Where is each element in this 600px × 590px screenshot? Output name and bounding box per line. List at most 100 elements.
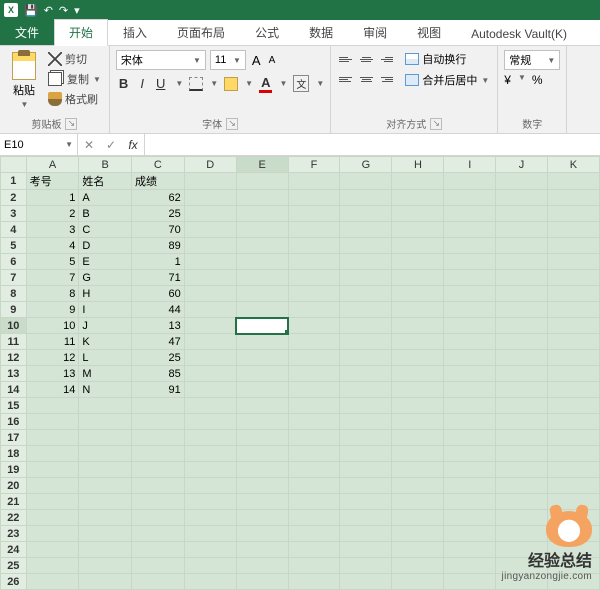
dialog-launcher-icon[interactable]: ↘ (65, 118, 77, 130)
cell-C24[interactable] (132, 542, 185, 558)
column-header-E[interactable]: E (236, 157, 288, 173)
tab-data[interactable]: 数据 (294, 19, 348, 45)
cell-C12[interactable]: 25 (132, 350, 185, 366)
column-header-A[interactable]: A (26, 157, 79, 173)
cell-C9[interactable]: 44 (132, 302, 185, 318)
cell-B11[interactable]: K (79, 334, 132, 350)
cell-A20[interactable] (26, 478, 79, 494)
cell-E18[interactable] (236, 446, 288, 462)
cell-K8[interactable] (547, 286, 599, 302)
cell-H24[interactable] (392, 542, 444, 558)
currency-icon[interactable]: ¥ (504, 73, 511, 87)
row-header-2[interactable]: 2 (1, 190, 27, 206)
cell-D19[interactable] (184, 462, 236, 478)
row-header-1[interactable]: 1 (1, 173, 27, 190)
cell-I25[interactable] (444, 558, 496, 574)
cell-B8[interactable]: H (79, 286, 132, 302)
cell-B12[interactable]: L (79, 350, 132, 366)
cell-C7[interactable]: 71 (132, 270, 185, 286)
column-header-I[interactable]: I (444, 157, 496, 173)
cell-K16[interactable] (547, 414, 599, 430)
wrap-text-button[interactable]: 自动换行 (403, 50, 491, 68)
cell-G8[interactable] (340, 286, 392, 302)
cell-A8[interactable]: 8 (26, 286, 79, 302)
cell-C14[interactable]: 91 (132, 382, 185, 398)
cell-C3[interactable]: 25 (132, 206, 185, 222)
number-format-combo[interactable]: 常规▼ (504, 50, 560, 70)
cell-B9[interactable]: I (79, 302, 132, 318)
cell-B10[interactable]: J (79, 318, 132, 334)
cell-D24[interactable] (184, 542, 236, 558)
cell-H21[interactable] (392, 494, 444, 510)
cell-D16[interactable] (184, 414, 236, 430)
row-header-26[interactable]: 26 (1, 574, 27, 590)
cell-H18[interactable] (392, 446, 444, 462)
cell-C13[interactable]: 85 (132, 366, 185, 382)
cell-A15[interactable] (26, 398, 79, 414)
cell-H4[interactable] (392, 222, 444, 238)
cell-I14[interactable] (444, 382, 496, 398)
cell-A3[interactable]: 2 (26, 206, 79, 222)
cell-F18[interactable] (288, 446, 340, 462)
cell-H15[interactable] (392, 398, 444, 414)
format-painter-button[interactable]: 格式刷 (46, 90, 103, 108)
cell-B24[interactable] (79, 542, 132, 558)
cell-H11[interactable] (392, 334, 444, 350)
cell-B16[interactable] (79, 414, 132, 430)
cell-E17[interactable] (236, 430, 288, 446)
cell-G7[interactable] (340, 270, 392, 286)
cell-I22[interactable] (444, 510, 496, 526)
cell-K9[interactable] (547, 302, 599, 318)
cell-J10[interactable] (496, 318, 548, 334)
cell-F9[interactable] (288, 302, 340, 318)
cell-G3[interactable] (340, 206, 392, 222)
cell-B14[interactable]: N (79, 382, 132, 398)
cell-F8[interactable] (288, 286, 340, 302)
grow-font-button[interactable]: A (250, 51, 263, 70)
cell-J1[interactable] (496, 173, 548, 190)
column-header-D[interactable]: D (184, 157, 236, 173)
cell-G9[interactable] (340, 302, 392, 318)
cell-A6[interactable]: 5 (26, 254, 79, 270)
cell-A11[interactable]: 11 (26, 334, 79, 350)
row-header-24[interactable]: 24 (1, 542, 27, 558)
row-header-18[interactable]: 18 (1, 446, 27, 462)
cell-A26[interactable] (26, 574, 79, 590)
cell-F4[interactable] (288, 222, 340, 238)
bold-button[interactable]: B (116, 74, 131, 93)
cell-I2[interactable] (444, 190, 496, 206)
cell-F19[interactable] (288, 462, 340, 478)
cell-F11[interactable] (288, 334, 340, 350)
cell-E19[interactable] (236, 462, 288, 478)
cell-C8[interactable]: 60 (132, 286, 185, 302)
row-header-13[interactable]: 13 (1, 366, 27, 382)
cell-J12[interactable] (496, 350, 548, 366)
cell-E7[interactable] (236, 270, 288, 286)
cell-D23[interactable] (184, 526, 236, 542)
cell-C23[interactable] (132, 526, 185, 542)
cell-G10[interactable] (340, 318, 392, 334)
cell-E24[interactable] (236, 542, 288, 558)
tab-insert[interactable]: 插入 (108, 19, 162, 45)
cell-I12[interactable] (444, 350, 496, 366)
cell-A21[interactable] (26, 494, 79, 510)
cell-K3[interactable] (547, 206, 599, 222)
row-header-15[interactable]: 15 (1, 398, 27, 414)
column-header-F[interactable]: F (288, 157, 340, 173)
cell-I15[interactable] (444, 398, 496, 414)
cell-B4[interactable]: C (79, 222, 132, 238)
cell-H20[interactable] (392, 478, 444, 494)
cell-C21[interactable] (132, 494, 185, 510)
cell-C25[interactable] (132, 558, 185, 574)
copy-button[interactable]: 复制▼ (46, 70, 103, 88)
select-all-corner[interactable] (1, 157, 27, 173)
cell-F16[interactable] (288, 414, 340, 430)
cell-C22[interactable] (132, 510, 185, 526)
underline-button[interactable]: U (153, 74, 168, 93)
column-header-G[interactable]: G (340, 157, 392, 173)
cell-E8[interactable] (236, 286, 288, 302)
cell-B26[interactable] (79, 574, 132, 590)
tab-view[interactable]: 视图 (402, 19, 456, 45)
cell-H1[interactable] (392, 173, 444, 190)
cell-D9[interactable] (184, 302, 236, 318)
